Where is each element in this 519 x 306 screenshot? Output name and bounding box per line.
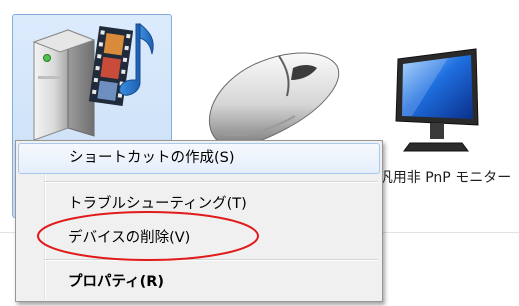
monitor-label[interactable]: 汎用非 PnP モニター	[372, 164, 518, 192]
mouse-icon[interactable]	[195, 42, 345, 152]
media-device-icon[interactable]	[28, 18, 160, 144]
menu-item-properties[interactable]: プロパティ(R)	[18, 267, 380, 298]
menu-item-create-shortcut[interactable]: ショートカットの作成(S)	[18, 143, 380, 174]
monitor-icon[interactable]	[388, 45, 484, 153]
annotation-ellipse	[37, 211, 259, 261]
menu-separator	[44, 181, 378, 183]
